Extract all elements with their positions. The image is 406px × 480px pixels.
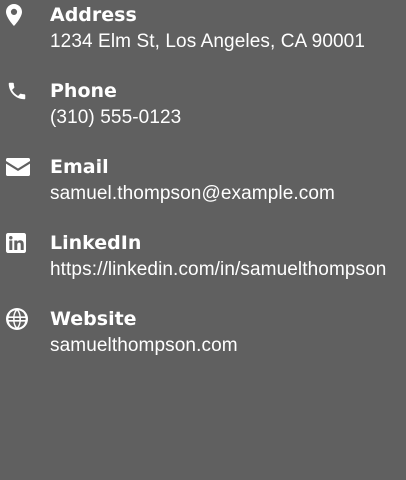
address-value: 1234 Elm St, Los Angeles, CA 90001 <box>50 31 365 52</box>
contact-list: Address 1234 Elm St, Los Angeles, CA 900… <box>0 0 406 480</box>
address-text: Address 1234 Elm St, Los Angeles, CA 900… <box>50 2 402 56</box>
phone-text: Phone (310) 555-0123 <box>50 78 402 132</box>
email-value[interactable]: samuel.thompson@example.com <box>50 180 402 208</box>
website-label: Website <box>50 308 137 330</box>
linkedin-value[interactable]: https://linkedin.com/in/samuelthompson <box>50 256 402 284</box>
phone-value[interactable]: (310) 555-0123 <box>50 104 402 132</box>
contact-item-phone: Phone (310) 555-0123 <box>6 78 402 132</box>
phone-icon <box>6 80 36 102</box>
globe-icon <box>6 308 36 330</box>
email-text: Email samuel.thompson@example.com <box>50 154 402 208</box>
email-label: Email <box>50 156 109 178</box>
contact-item-linkedin: LinkedIn https://linkedin.com/in/samuelt… <box>6 230 402 284</box>
linkedin-text: LinkedIn https://linkedin.com/in/samuelt… <box>50 230 402 284</box>
website-value[interactable]: samuelthompson.com <box>50 332 402 360</box>
website-text: Website samuelthompson.com <box>50 306 402 360</box>
linkedin-label: LinkedIn <box>50 232 142 254</box>
contact-item-website: Website samuelthompson.com <box>6 306 402 360</box>
linkedin-icon <box>6 232 36 254</box>
contact-item-address: Address 1234 Elm St, Los Angeles, CA 900… <box>6 2 402 56</box>
envelope-icon <box>6 156 36 178</box>
phone-label: Phone <box>50 80 117 102</box>
address-label: Address <box>50 4 137 26</box>
map-marker-icon <box>6 4 36 26</box>
contact-item-email: Email samuel.thompson@example.com <box>6 154 402 208</box>
